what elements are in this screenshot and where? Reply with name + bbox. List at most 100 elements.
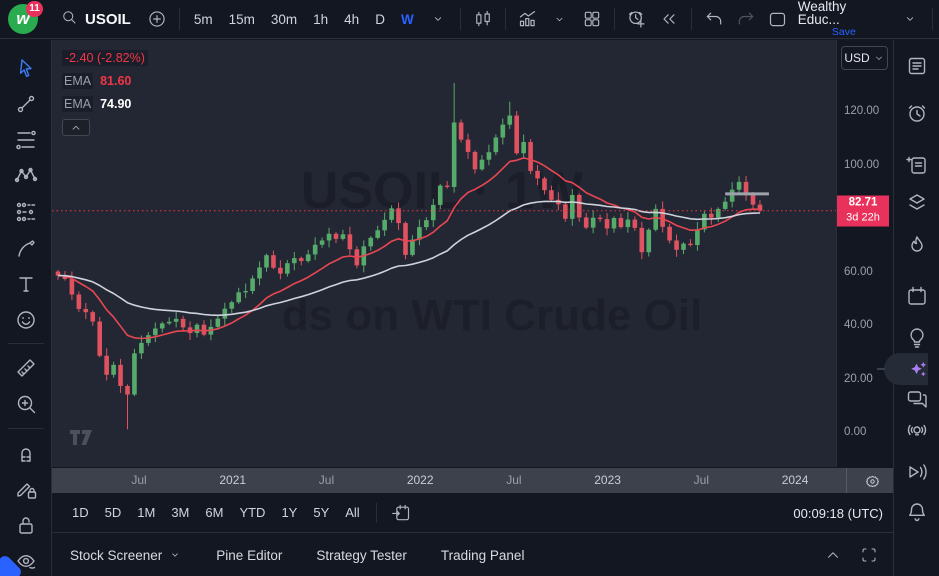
- bottom-panel-tabs: Stock Screener Pine Editor Strategy Tester…: [52, 534, 893, 576]
- trend-line-icon: [14, 92, 38, 116]
- interval-dropdown-chevron-icon[interactable]: [422, 4, 454, 34]
- indicator-value: 74.90: [100, 97, 131, 111]
- tool-fib-retracement[interactable]: [10, 124, 42, 156]
- panel-expand-chevron-icon[interactable]: [817, 540, 849, 570]
- timezone-clock[interactable]: 00:09:18 (UTC): [793, 493, 883, 533]
- range-5D[interactable]: 5D: [97, 501, 130, 524]
- bar-replay-icon[interactable]: [653, 4, 685, 34]
- interval-15m[interactable]: 15m: [221, 4, 263, 34]
- tool-emoji[interactable]: [10, 304, 42, 336]
- save-layout-icon[interactable]: [762, 4, 794, 34]
- range-All[interactable]: All: [337, 501, 367, 524]
- range-1M[interactable]: 1M: [129, 501, 163, 524]
- account-menu-button[interactable]: w 11: [0, 0, 46, 39]
- range-3M[interactable]: 3M: [163, 501, 197, 524]
- interval-4h[interactable]: 4h: [336, 4, 367, 34]
- candle: [640, 222, 645, 259]
- candle: [709, 208, 714, 225]
- tool-trend-line[interactable]: [10, 88, 42, 120]
- panel-tab-strategy-tester[interactable]: Strategy Tester: [316, 548, 407, 563]
- tool-brush[interactable]: [10, 232, 42, 264]
- chevron-down-icon: [168, 548, 182, 562]
- tool-ruler[interactable]: [10, 352, 42, 384]
- indicators-icon[interactable]: [512, 4, 544, 34]
- candle: [97, 317, 102, 357]
- sidebar-calendar[interactable]: [904, 283, 930, 309]
- toolbar-divider: [8, 428, 44, 429]
- sidebar-journal-plus[interactable]: [904, 152, 930, 178]
- range-YTD[interactable]: YTD: [231, 501, 273, 524]
- indicator-row[interactable]: EMA81.60: [62, 73, 148, 89]
- candle: [271, 251, 276, 270]
- sidebar-chat[interactable]: [904, 385, 930, 411]
- candle: [368, 236, 373, 250]
- tool-lock-all[interactable]: [10, 509, 42, 541]
- panel-tab-stock-screener[interactable]: Stock Screener: [70, 548, 182, 563]
- sidebar-hotlists-flame[interactable]: [904, 232, 930, 258]
- tool-cursor[interactable]: [10, 52, 42, 84]
- tool-xabcd-pattern[interactable]: [10, 160, 42, 192]
- interval-1h[interactable]: 1h: [305, 4, 336, 34]
- sidebar-object-tree[interactable]: [904, 189, 930, 215]
- tool-draw-lock[interactable]: [10, 473, 42, 505]
- sidebar-watchlist[interactable]: [904, 53, 930, 79]
- symbol-search-button[interactable]: USOIL: [46, 4, 141, 34]
- panel-tab-trading-panel[interactable]: Trading Panel: [441, 548, 525, 563]
- legend-collapse-button[interactable]: [62, 119, 90, 136]
- candle: [229, 301, 234, 313]
- sidebar-ai-sparkles[interactable]: [904, 357, 930, 383]
- compare-add-icon[interactable]: [141, 4, 173, 34]
- time-tick: 2024: [782, 473, 809, 487]
- time-axis[interactable]: Jul2021Jul2022Jul2023Jul2024: [52, 467, 893, 493]
- chevron-down-icon: [873, 52, 885, 64]
- sidebar-live-ideas[interactable]: [904, 417, 930, 443]
- candle: [111, 362, 116, 378]
- price-change: -2.40 (-2.82%): [62, 50, 148, 66]
- candle: [716, 207, 721, 222]
- interval-30m[interactable]: 30m: [263, 4, 305, 34]
- indicator-templates-chevron-icon[interactable]: [544, 4, 576, 34]
- range-1Y[interactable]: 1Y: [273, 501, 305, 524]
- redo-icon[interactable]: [730, 4, 762, 34]
- range-5Y[interactable]: 5Y: [305, 501, 337, 524]
- goto-date-icon[interactable]: [385, 498, 417, 528]
- interval-D[interactable]: D: [367, 4, 393, 34]
- currency-selector[interactable]: USD: [841, 46, 888, 70]
- magnet-icon: [14, 441, 38, 465]
- fullscreen-icon[interactable]: [853, 540, 885, 570]
- candle: [299, 257, 304, 266]
- interval-5m[interactable]: 5m: [186, 4, 221, 34]
- time-tick: Jul: [131, 473, 146, 487]
- candlestick-chart[interactable]: USOIL · 1Wds on WTI Crude Oil: [52, 40, 836, 467]
- price-axis[interactable]: USD 120.00100.0060.0040.0020.000.00 82.7…: [836, 40, 893, 467]
- range-1D[interactable]: 1D: [64, 501, 97, 524]
- create-alert-icon[interactable]: [621, 4, 653, 34]
- candle: [452, 83, 457, 193]
- tool-text-tool[interactable]: [10, 268, 42, 300]
- candle: [243, 284, 248, 298]
- tool-zoom-in[interactable]: [10, 388, 42, 420]
- indicator-row[interactable]: EMA74.90: [62, 96, 148, 112]
- tool-magnet[interactable]: [10, 437, 42, 469]
- chart-settings-gear-icon[interactable]: [855, 469, 889, 493]
- sidebar-notifications-bell[interactable]: [904, 499, 930, 525]
- tool-forecast[interactable]: [10, 196, 42, 228]
- layout-name-button[interactable]: Wealthy Educ... Save: [794, 0, 894, 39]
- candle: [160, 322, 165, 333]
- layout-chevron-icon[interactable]: [894, 4, 926, 34]
- chart-pane[interactable]: USOIL · 1Wds on WTI Crude Oil -2.40 (-2.…: [52, 40, 836, 467]
- sidebar-ideas-bulb[interactable]: [904, 325, 930, 351]
- save-button[interactable]: Save: [832, 26, 856, 39]
- price-tick: 100.00: [844, 159, 879, 171]
- sidebar-alerts-clock[interactable]: [904, 100, 930, 126]
- layout-grid-icon[interactable]: [576, 4, 608, 34]
- interval-W[interactable]: W: [393, 4, 422, 34]
- range-6M[interactable]: 6M: [197, 501, 231, 524]
- price-tick: 20.00: [844, 373, 873, 385]
- sidebar-streams[interactable]: [904, 459, 930, 485]
- panel-tab-pine-editor[interactable]: Pine Editor: [216, 548, 282, 563]
- candle: [619, 213, 624, 228]
- chart-style-candles-icon[interactable]: [467, 4, 499, 34]
- undo-icon[interactable]: [698, 4, 730, 34]
- toolbar-divider: [179, 8, 180, 30]
